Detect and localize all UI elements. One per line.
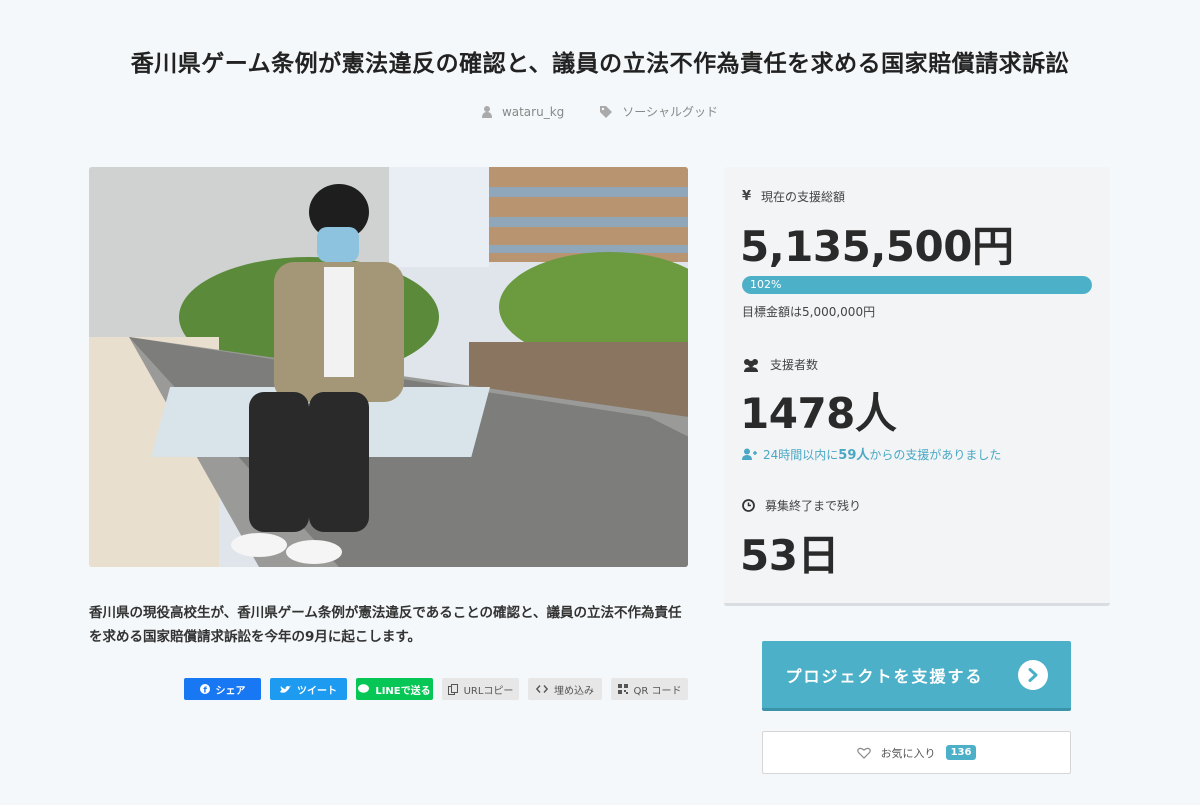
twitter-share-label: ツイート bbox=[297, 685, 337, 697]
embed-label: 埋め込み bbox=[554, 685, 594, 697]
copy-icon bbox=[447, 683, 458, 695]
user-icon bbox=[481, 105, 492, 118]
backers-label-row: 支援者数 bbox=[742, 356, 818, 373]
remaining-label: 募集終了まで残り bbox=[765, 499, 862, 513]
remaining-days: 53日 bbox=[740, 531, 839, 580]
qr-code-button[interactable]: QR コード bbox=[611, 678, 688, 700]
recent-suffix: からの支援がありました bbox=[869, 448, 1002, 462]
category-link[interactable]: ソーシャルグッド bbox=[600, 103, 718, 120]
page-title: 香川県ゲーム条例が憲法違反の確認と、議員の立法不作為責任を求める国家賠償請求訴訟 bbox=[130, 51, 1070, 77]
support-project-button[interactable]: プロジェクトを支援する bbox=[762, 641, 1071, 711]
backers-count: 1478人 bbox=[740, 389, 897, 438]
share-bar: f シェア ツイート LINEで送る URLコピー 埋め込み QR コード bbox=[184, 678, 688, 700]
author-link[interactable]: wataru_kg bbox=[481, 103, 565, 120]
author-name: wataru_kg bbox=[501, 104, 565, 119]
total-amount-label-row: ¥ 現在の支援総額 bbox=[742, 188, 845, 205]
recent-prefix: 24時間以内に bbox=[763, 448, 839, 462]
clock-icon bbox=[742, 499, 755, 512]
url-copy-label: URLコピー bbox=[463, 685, 514, 697]
line-share-label: LINEで送る bbox=[375, 685, 431, 697]
users-icon bbox=[744, 358, 758, 372]
favorite-count-badge: 136 bbox=[945, 745, 977, 760]
favorite-button[interactable]: お気に入り 136 bbox=[762, 731, 1071, 774]
twitter-share-button[interactable]: ツイート bbox=[270, 678, 347, 700]
qr-code-label: QR コード bbox=[633, 685, 682, 697]
user-plus-icon bbox=[742, 448, 757, 460]
embed-button[interactable]: 埋め込み bbox=[528, 678, 602, 700]
facebook-share-label: シェア bbox=[215, 685, 246, 697]
project-hero-image bbox=[89, 167, 688, 567]
chevron-right-icon bbox=[1017, 659, 1048, 690]
category-name: ソーシャルグッド bbox=[622, 105, 719, 119]
project-description: 香川県の現役高校生が、香川県ゲーム条例が憲法違反であることの確認と、議員の立法不… bbox=[89, 605, 682, 645]
total-amount-label: 現在の支援総額 bbox=[761, 190, 846, 204]
yen-icon: ¥ bbox=[742, 189, 752, 204]
funding-stats-panel: ¥ 現在の支援総額 5,135,500円 102% 目標金額は5,000,000… bbox=[724, 167, 1110, 606]
favorite-label: お気に入り bbox=[880, 746, 936, 760]
progress-fill: 102% bbox=[742, 276, 1092, 294]
tag-icon bbox=[600, 105, 613, 118]
backers-label: 支援者数 bbox=[770, 358, 819, 372]
funding-progress-bar: 102% bbox=[742, 276, 1092, 294]
twitter-icon bbox=[280, 685, 291, 693]
total-amount-value: 5,135,500円 bbox=[740, 222, 1014, 271]
support-project-label: プロジェクトを支援する bbox=[785, 666, 984, 686]
facebook-icon: f bbox=[199, 684, 210, 695]
code-icon bbox=[536, 685, 548, 693]
svg-text:f: f bbox=[203, 686, 207, 695]
facebook-share-button[interactable]: f シェア bbox=[184, 678, 261, 700]
recent-backers-text: 24時間以内に59人からの支援がありました bbox=[742, 444, 1001, 463]
line-icon bbox=[358, 684, 370, 693]
line-share-button[interactable]: LINEで送る bbox=[356, 678, 433, 700]
recent-count: 59人 bbox=[838, 448, 870, 463]
project-meta: wataru_kg ソーシャルグッド bbox=[0, 103, 1200, 120]
url-copy-button[interactable]: URLコピー bbox=[442, 678, 519, 700]
goal-amount-text: 目標金額は5,000,000円 bbox=[742, 305, 876, 319]
remaining-label-row: 募集終了まで残り bbox=[742, 497, 861, 514]
heart-icon bbox=[856, 747, 871, 759]
qr-icon bbox=[617, 684, 628, 694]
